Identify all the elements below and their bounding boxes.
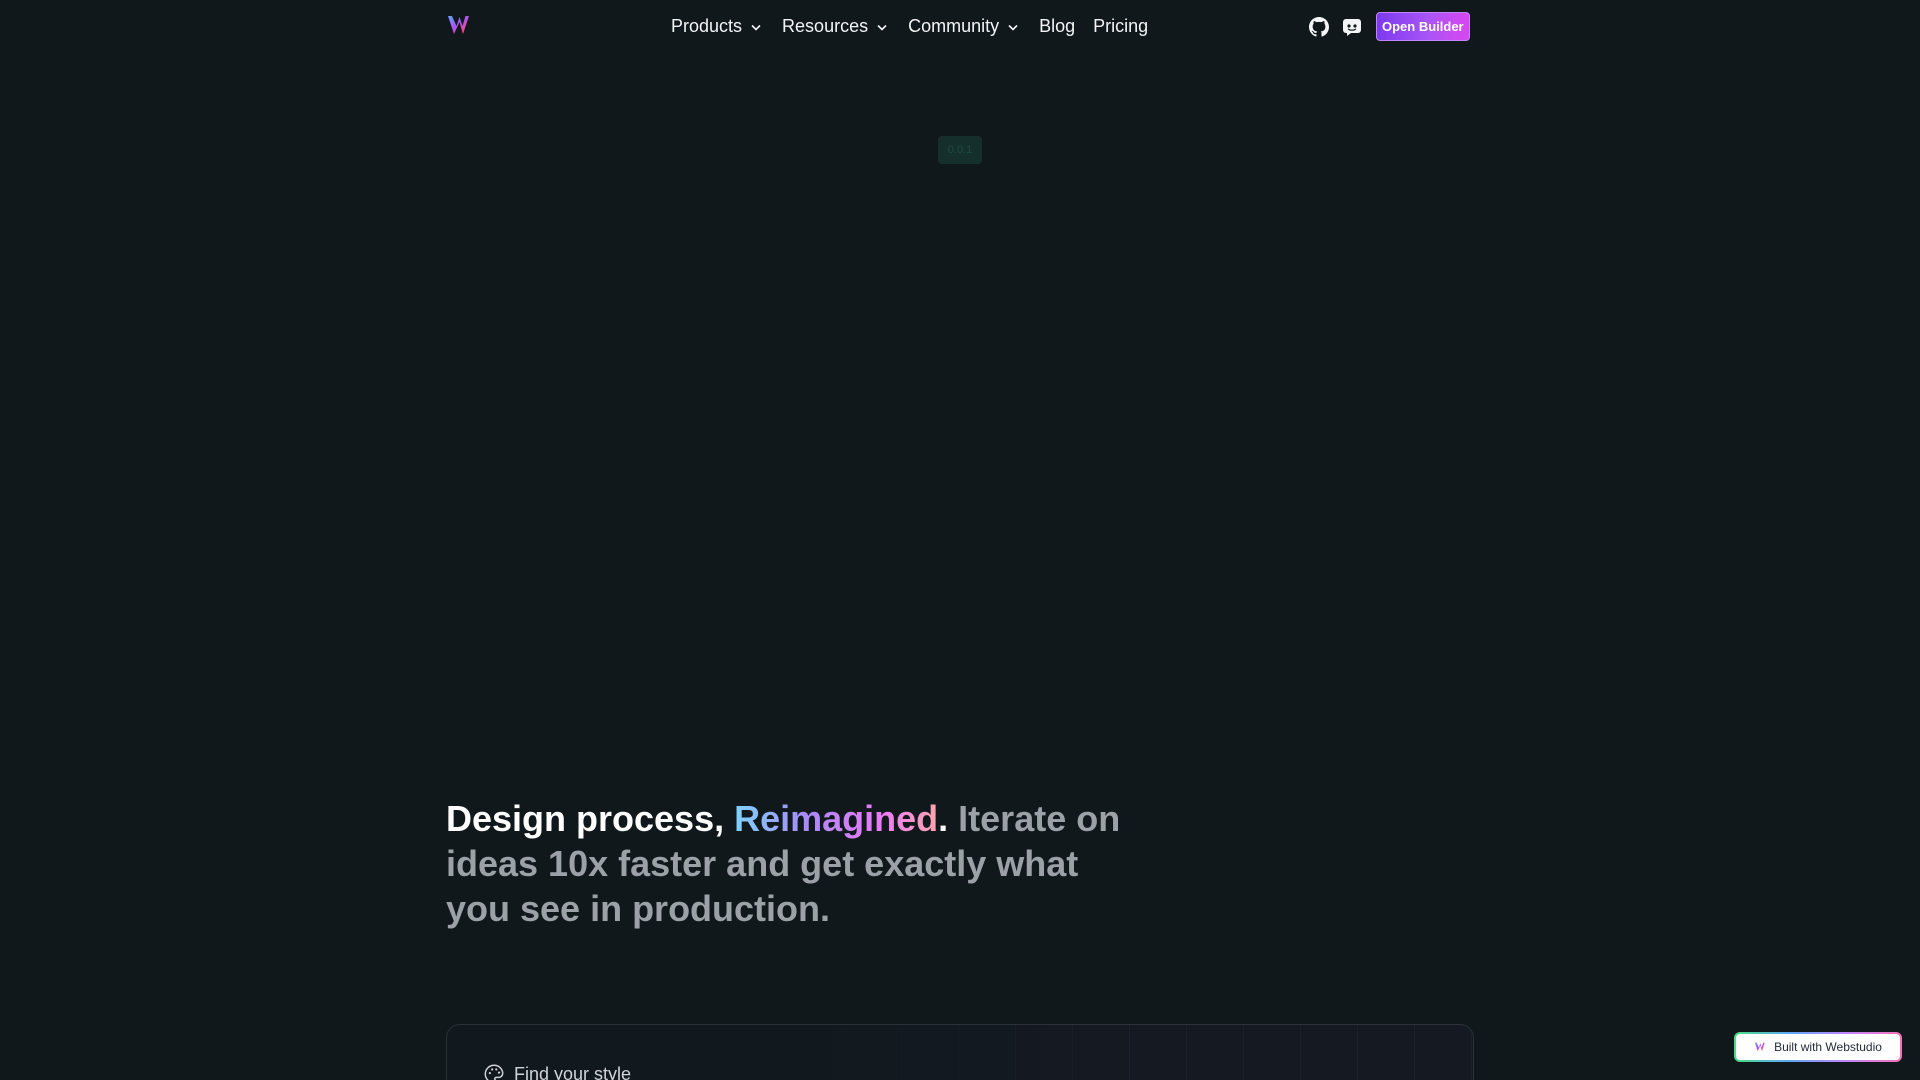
header-actions: Open Builder: [1308, 12, 1470, 41]
find-style-card: Find your style: [446, 1024, 1474, 1080]
nav-pricing-label: Pricing: [1093, 15, 1149, 36]
chevron-down-icon: [1008, 24, 1018, 31]
nav-products[interactable]: Products: [671, 16, 761, 37]
nav-community-label: Community: [908, 15, 1000, 36]
card-grid-fade: [787, 1025, 1473, 1080]
top-navigation: Products Resources Community Blog Pricin…: [0, 0, 1920, 52]
find-style-label: Find your style: [514, 1063, 632, 1080]
hero-headline-highlight: Reimagined: [734, 798, 939, 839]
version-badge: 0.0.1: [938, 136, 982, 164]
chevron-down-icon: [751, 24, 761, 31]
chevron-down-icon: [877, 24, 887, 31]
hero-headline-lead: Design process,: [446, 798, 735, 839]
nav-products-label: Products: [671, 15, 743, 36]
open-builder-button[interactable]: Open Builder: [1376, 12, 1470, 41]
webstudio-logo-icon: [1755, 1042, 1765, 1052]
hero-headline: Design process, Reimagined. Iterate on i…: [446, 796, 1146, 931]
nav-blog[interactable]: Blog: [1039, 16, 1075, 37]
find-style-button[interactable]: Find your style: [483, 1063, 631, 1080]
nav-pricing[interactable]: Pricing: [1093, 16, 1148, 37]
hero-headline-period: .: [938, 798, 949, 839]
palette-icon: [484, 1064, 504, 1080]
nav-blog-label: Blog: [1039, 15, 1076, 36]
page: Products Resources Community Blog Pricin…: [0, 0, 1920, 1080]
discord-icon[interactable]: [1341, 16, 1363, 38]
main-nav: Products Resources Community Blog Pricin…: [671, 0, 1166, 52]
webstudio-logo-icon[interactable]: [446, 13, 476, 37]
github-icon[interactable]: [1308, 16, 1330, 38]
nav-resources[interactable]: Resources: [782, 16, 887, 37]
nav-community[interactable]: Community: [908, 16, 1018, 37]
built-with-label: Built with Webstudio: [1774, 1040, 1882, 1054]
nav-resources-label: Resources: [782, 15, 869, 36]
built-with-webstudio-badge[interactable]: Built with Webstudio: [1734, 1032, 1902, 1062]
